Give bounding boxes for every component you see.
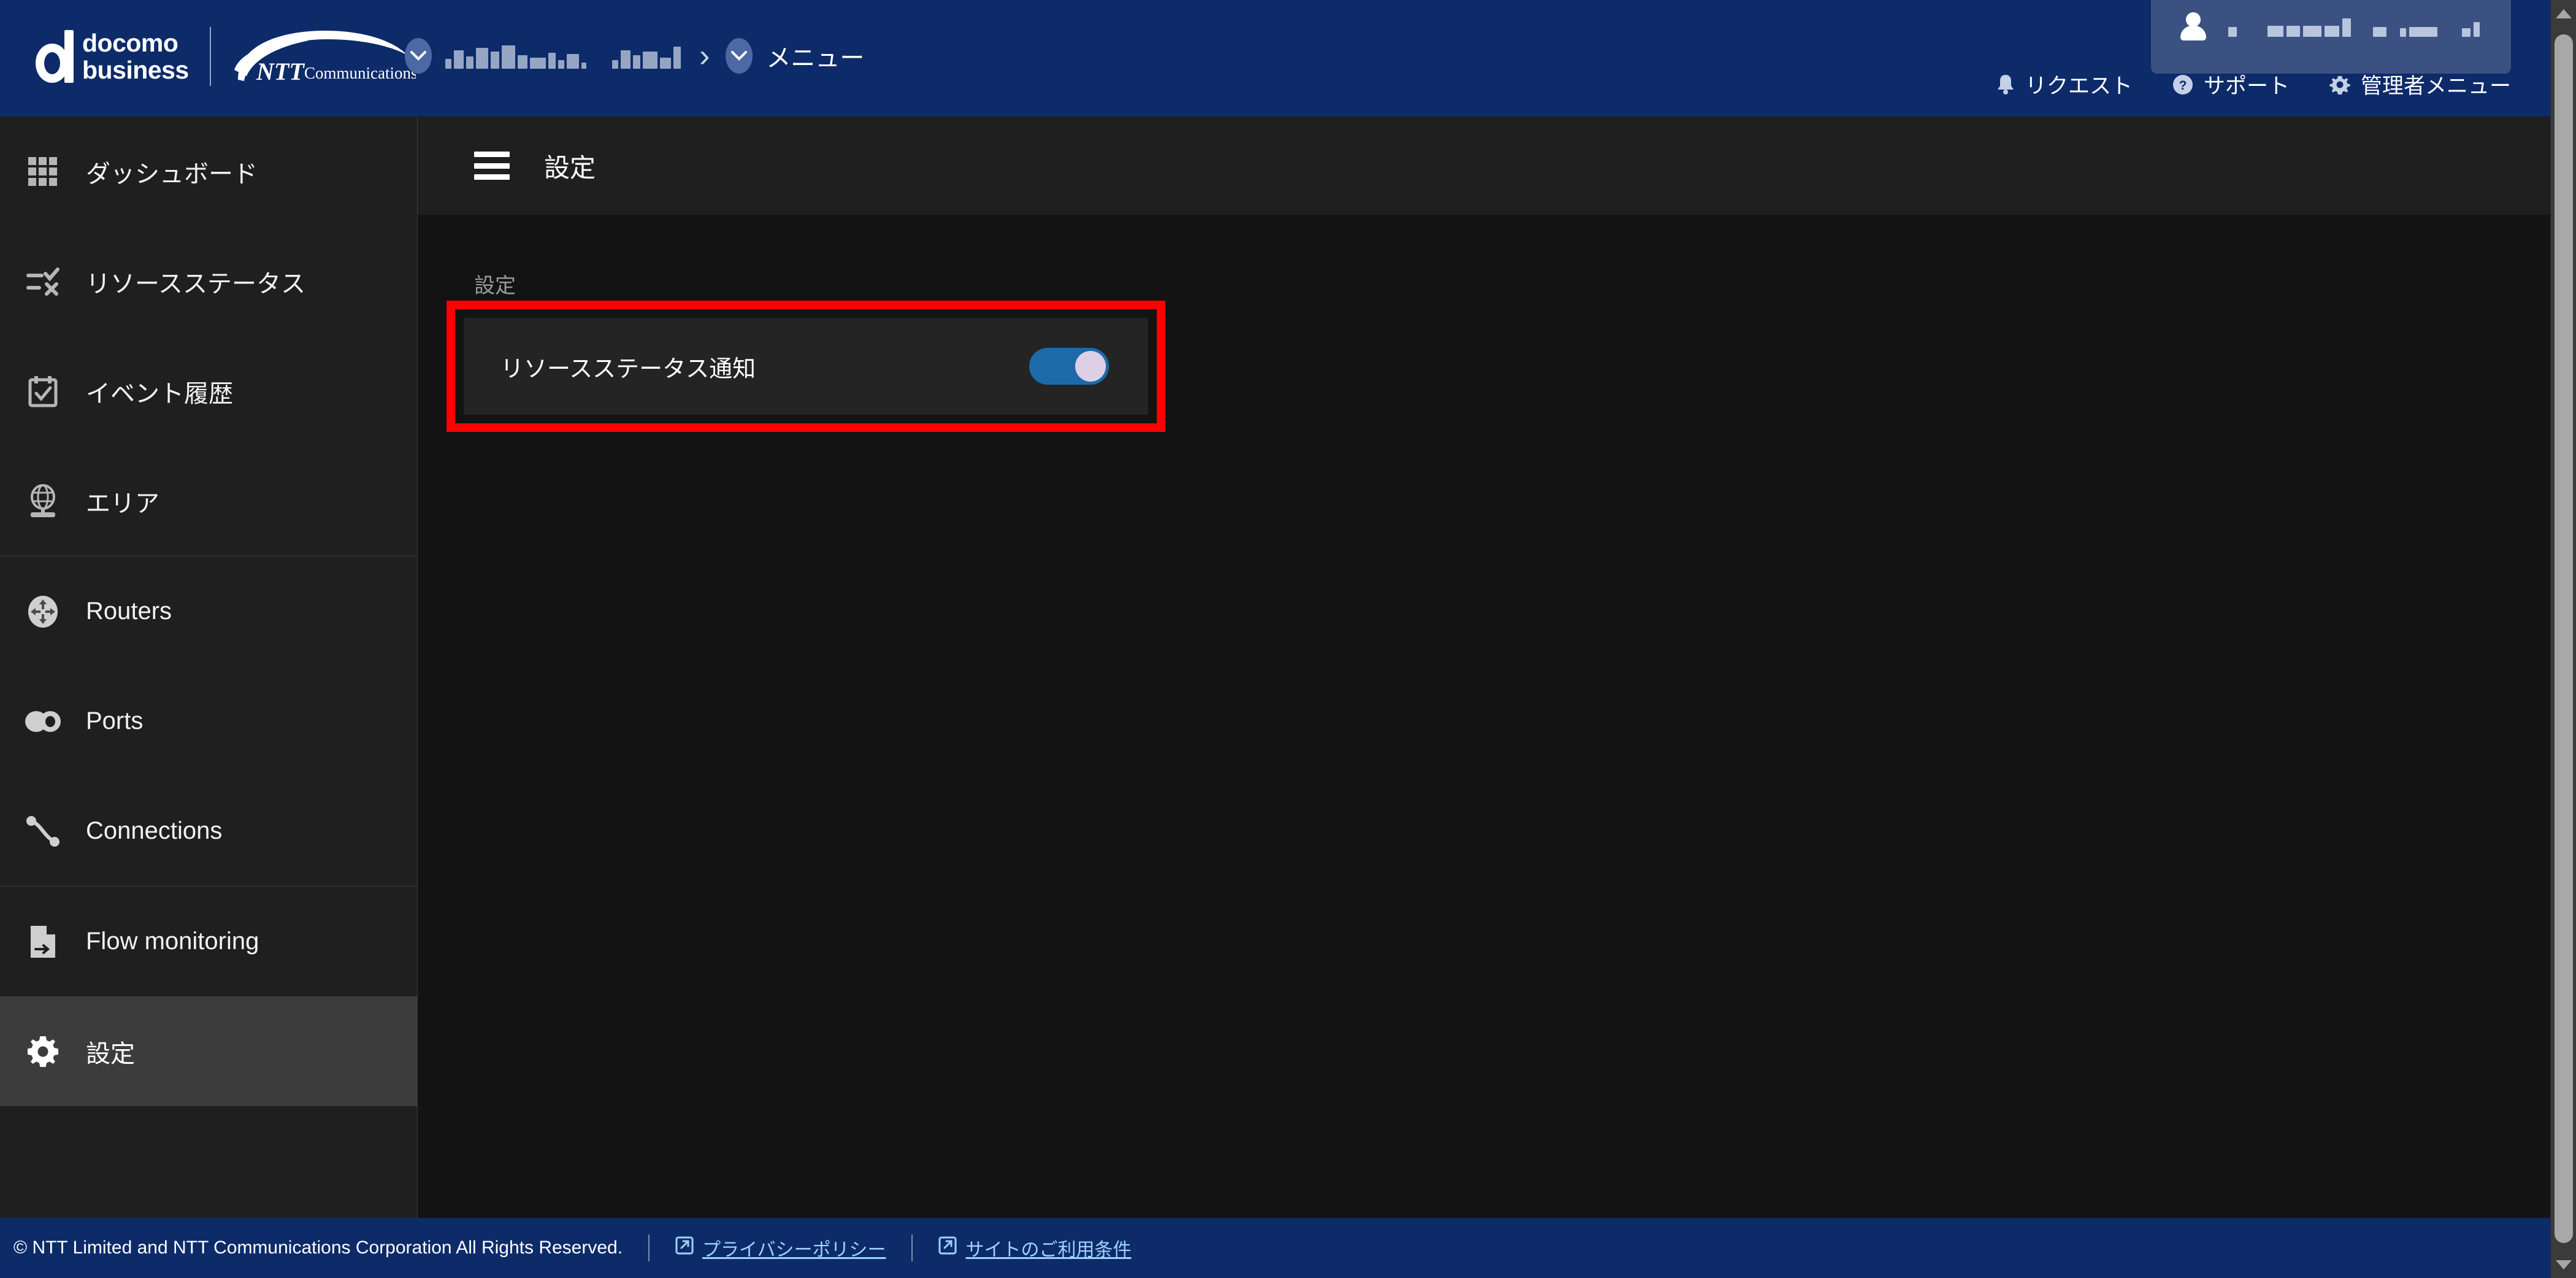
docomo-logo-line1: docomo [82, 29, 178, 57]
svg-text:?: ? [2179, 79, 2187, 93]
gear-icon [0, 1034, 86, 1069]
ports-icon [0, 708, 86, 735]
sidebar-item-dashboard[interactable]: ダッシュボード [0, 117, 417, 226]
header-link-request-label: リクエスト [2025, 74, 2133, 98]
header-link-group: リクエスト ? サポート 管理者メニュー [1996, 69, 2511, 100]
footer-divider-1 [648, 1234, 650, 1261]
sidebar-item-area-label: エリア [86, 490, 159, 517]
docomo-logo-line2: business [82, 56, 189, 84]
page-header-bar: 設定 [418, 117, 2550, 215]
top-header: docomo business NTT Communications › メニュ… [0, 0, 2550, 117]
external-link-icon [938, 1236, 957, 1260]
company-name-redacted[interactable] [445, 43, 683, 69]
footer-link-privacy-policy[interactable]: プライバシーポリシー [675, 1234, 886, 1261]
user-name-redacted [2228, 16, 2483, 37]
sidebar-group-3: Flow monitoring 設定 [0, 886, 417, 1106]
setting-label: リソースステータス通知 [500, 356, 756, 382]
sidebar-item-resource-status-label: リソースステータス [86, 270, 305, 298]
sidebar-item-routers-label: Routers [86, 598, 172, 625]
bell-icon [1996, 74, 2015, 96]
application-window: docomo business NTT Communications › メニュ… [0, 0, 2576, 1278]
chevron-down-circle-icon-menu[interactable] [726, 38, 753, 74]
docomo-business-logo[interactable]: docomo business [36, 29, 189, 83]
header-link-admin-menu-label: 管理者メニュー [2360, 74, 2511, 98]
page-title: 設定 [544, 153, 596, 182]
breadcrumb: › メニュー [405, 38, 864, 74]
sidebar-item-resource-status[interactable]: リソースステータス [0, 226, 417, 336]
sidebar-item-routers[interactable]: Routers [0, 556, 417, 666]
router-icon [0, 595, 86, 629]
vertical-scrollbar[interactable] [2550, 0, 2576, 1278]
globe-pin-icon [0, 483, 86, 518]
sidebar-item-settings[interactable]: 設定 [0, 996, 417, 1106]
footer-divider-2 [911, 1234, 913, 1261]
user-account-badge[interactable] [2151, 0, 2511, 74]
header-link-admin-menu[interactable]: 管理者メニュー [2329, 69, 2511, 100]
ntt-swoosh-icon: NTT Communications [234, 31, 416, 85]
sidebar-item-settings-label: 設定 [86, 1040, 135, 1068]
header-link-request[interactable]: リクエスト [1996, 69, 2133, 100]
grid-icon [0, 156, 86, 188]
page-footer: © NTT Limited and NTT Communications Cor… [0, 1218, 2550, 1278]
breadcrumb-separator: › [699, 38, 710, 74]
scrollbar-up-arrow-icon[interactable] [2551, 0, 2576, 27]
toggle-knob [1075, 351, 1106, 382]
ntt-communications-logo[interactable]: NTT Communications [232, 27, 416, 86]
resource-status-notification-toggle[interactable] [1029, 348, 1109, 385]
hamburger-icon[interactable] [474, 152, 510, 180]
sidebar-item-connections[interactable]: Connections [0, 776, 417, 886]
footer-link-terms-of-use[interactable]: サイトのご利用条件 [938, 1234, 1131, 1261]
svg-text:NTT: NTT [256, 58, 305, 85]
sidebar-item-event-history[interactable]: イベント履歴 [0, 336, 417, 446]
chevron-down-circle-icon[interactable] [405, 38, 432, 74]
setting-row-resource-status-notification[interactable]: リソースステータス通知 [464, 318, 1148, 415]
sidebar-group-1: ダッシュボード リソースステータス イベント履歴 エリア [0, 117, 417, 556]
sidebar-item-flow-monitoring-label: Flow monitoring [86, 928, 259, 955]
header-link-support-label: サポート [2203, 74, 2290, 98]
header-link-support[interactable]: ? サポート [2172, 69, 2290, 100]
sidebar-item-event-history-label: イベント履歴 [86, 380, 233, 407]
section-label: 設定 [474, 274, 516, 298]
gear-icon [2329, 74, 2351, 96]
sidebar-group-2: Routers Ports Connections [0, 556, 417, 886]
calendar-check-icon [0, 375, 86, 408]
highlight-annotation-box: リソースステータス通知 [447, 301, 1165, 432]
footer-link-privacy-policy-label: プライバシーポリシー [702, 1240, 886, 1260]
sidebar-navigation: ダッシュボード リソースステータス イベント履歴 エリア Routers Por… [0, 117, 418, 1218]
sidebar-item-ports-label: Ports [86, 707, 144, 734]
list-check-icon [0, 266, 86, 298]
logo-divider [209, 27, 211, 86]
question-circle-icon: ? [2172, 74, 2194, 96]
footer-link-terms-of-use-label: サイトのご利用条件 [965, 1240, 1132, 1260]
brand-logos[interactable]: docomo business NTT Communications [36, 27, 416, 86]
connections-icon [0, 815, 86, 847]
docomo-d-mark-icon [36, 30, 74, 83]
copyright-text: © NTT Limited and NTT Communications Cor… [13, 1238, 623, 1258]
sidebar-item-connections-label: Connections [86, 817, 223, 844]
scrollbar-down-arrow-icon[interactable] [2551, 1251, 2576, 1278]
sidebar-item-dashboard-label: ダッシュボード [86, 160, 258, 188]
file-arrow-icon [0, 925, 86, 959]
sidebar-item-area[interactable]: エリア [0, 446, 417, 556]
external-link-icon [675, 1236, 694, 1260]
user-icon [2179, 11, 2207, 42]
scrollbar-thumb[interactable] [2555, 34, 2573, 1243]
sidebar-item-ports[interactable]: Ports [0, 666, 417, 776]
main-content: 設定 設定 リソースステータス通知 [418, 117, 2550, 1218]
breadcrumb-menu-label[interactable]: メニュー [766, 38, 864, 74]
svg-text:Communications: Communications [304, 64, 416, 82]
sidebar-item-flow-monitoring[interactable]: Flow monitoring [0, 887, 417, 996]
